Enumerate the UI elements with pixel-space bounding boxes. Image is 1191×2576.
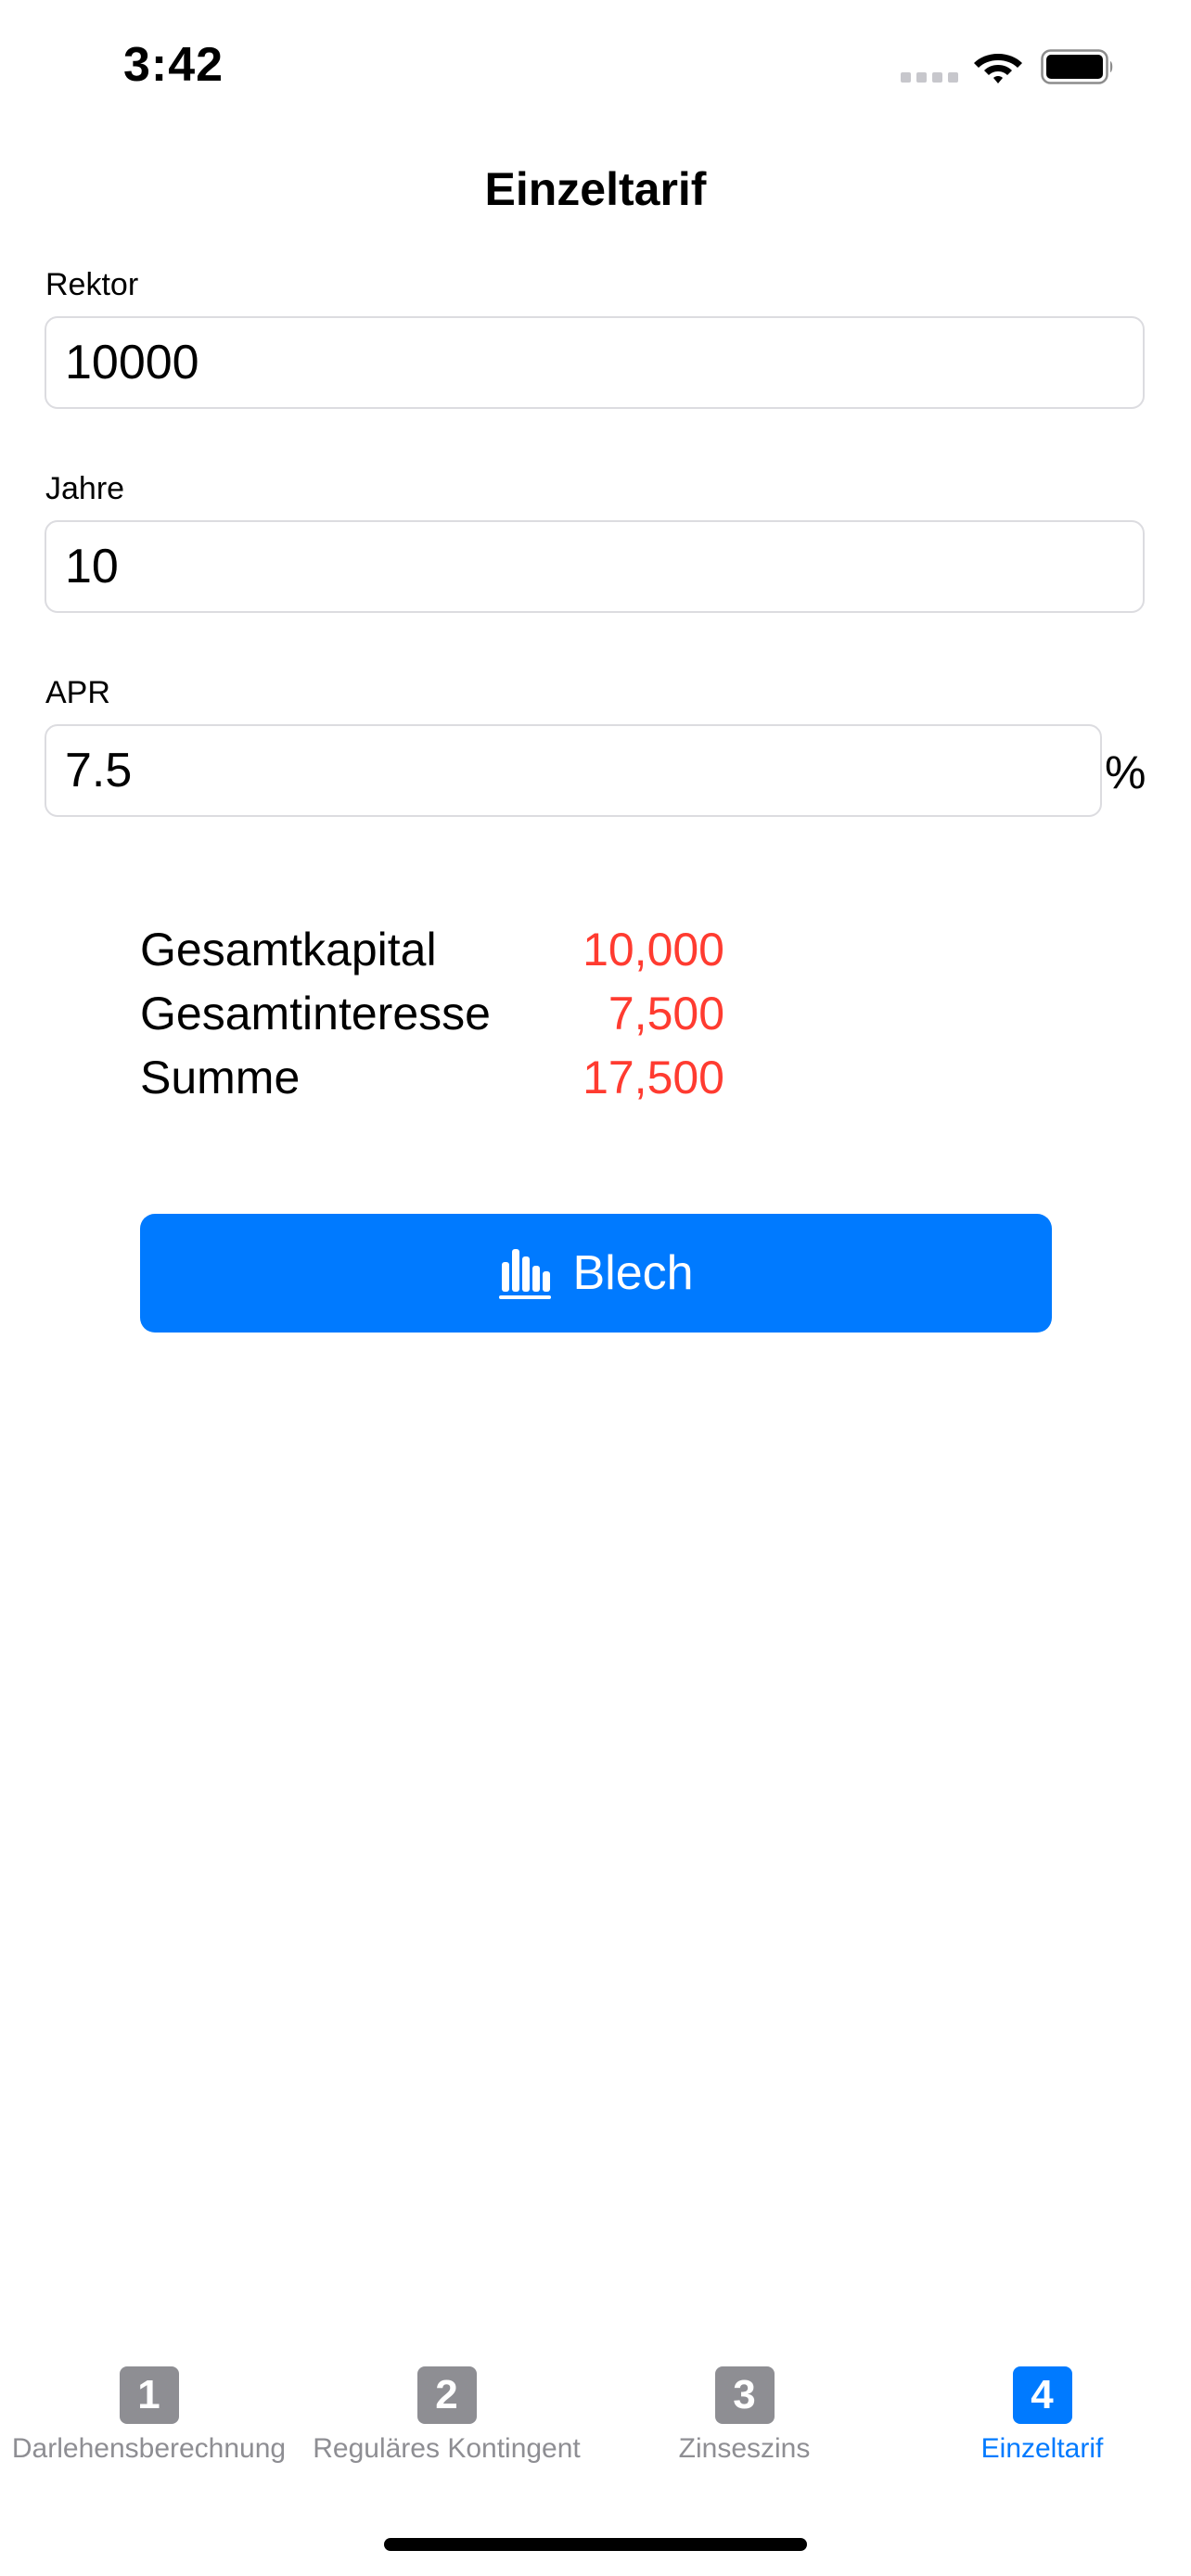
result-value: 7,500 — [608, 988, 724, 1039]
tab-loan-calculation[interactable]: 1 Darlehensberechnung — [0, 2351, 298, 2480]
tab-single-rate[interactable]: 4 Einzeltarif — [893, 2351, 1191, 2480]
years-label: Jahre — [45, 471, 125, 506]
results-summary: Gesamtkapital 10,000 Gesamtinteresse 7,5… — [140, 923, 734, 1115]
tab-compound-interest[interactable]: 3 Zinseszins — [596, 2351, 893, 2480]
principal-input[interactable] — [45, 316, 1145, 409]
result-row-total-principal: Gesamtkapital 10,000 — [140, 923, 734, 987]
result-value: 17,500 — [583, 1052, 724, 1103]
principal-label: Rektor — [45, 267, 139, 302]
result-row-sum: Summe 17,500 — [140, 1051, 734, 1115]
number-2-icon: 2 — [416, 2366, 477, 2424]
tab-bar: 1 Darlehensberechnung 2 Reguläres Kontin… — [0, 2351, 1191, 2480]
chart-button[interactable]: Blech — [140, 1214, 1052, 1333]
status-bar: 3:42 — [0, 0, 1191, 130]
result-label: Summe — [140, 1052, 301, 1103]
tab-label: Einzeltarif — [980, 2433, 1104, 2464]
result-label: Gesamtinteresse — [140, 988, 491, 1039]
chart-button-label: Blech — [572, 1246, 694, 1300]
number-1-icon: 1 — [119, 2366, 179, 2424]
wifi-icon — [974, 54, 1022, 83]
bar-chart-icon — [499, 1249, 552, 1299]
number-3-icon: 3 — [714, 2366, 775, 2424]
tab-label: Zinseszins — [678, 2433, 811, 2464]
status-time: 3:42 — [123, 38, 224, 92]
result-value: 10,000 — [583, 924, 724, 976]
home-indicator[interactable] — [384, 2538, 807, 2551]
page-title: Einzeltarif — [484, 163, 707, 215]
apr-input[interactable] — [45, 724, 1102, 817]
tab-label: Darlehensberechnung — [11, 2433, 287, 2464]
battery-icon — [1041, 49, 1113, 84]
number-4-icon: 4 — [1012, 2366, 1072, 2424]
tab-regular-quota[interactable]: 2 Reguläres Kontingent — [298, 2351, 596, 2480]
result-label: Gesamtkapital — [140, 924, 437, 976]
result-row-total-interest: Gesamtinteresse 7,500 — [140, 987, 734, 1051]
percent-suffix: % — [1105, 746, 1146, 798]
cellular-signal-icon — [901, 72, 958, 83]
tab-label: Reguläres Kontingent — [313, 2433, 581, 2464]
years-input[interactable] — [45, 520, 1145, 613]
apr-label: APR — [45, 675, 110, 710]
